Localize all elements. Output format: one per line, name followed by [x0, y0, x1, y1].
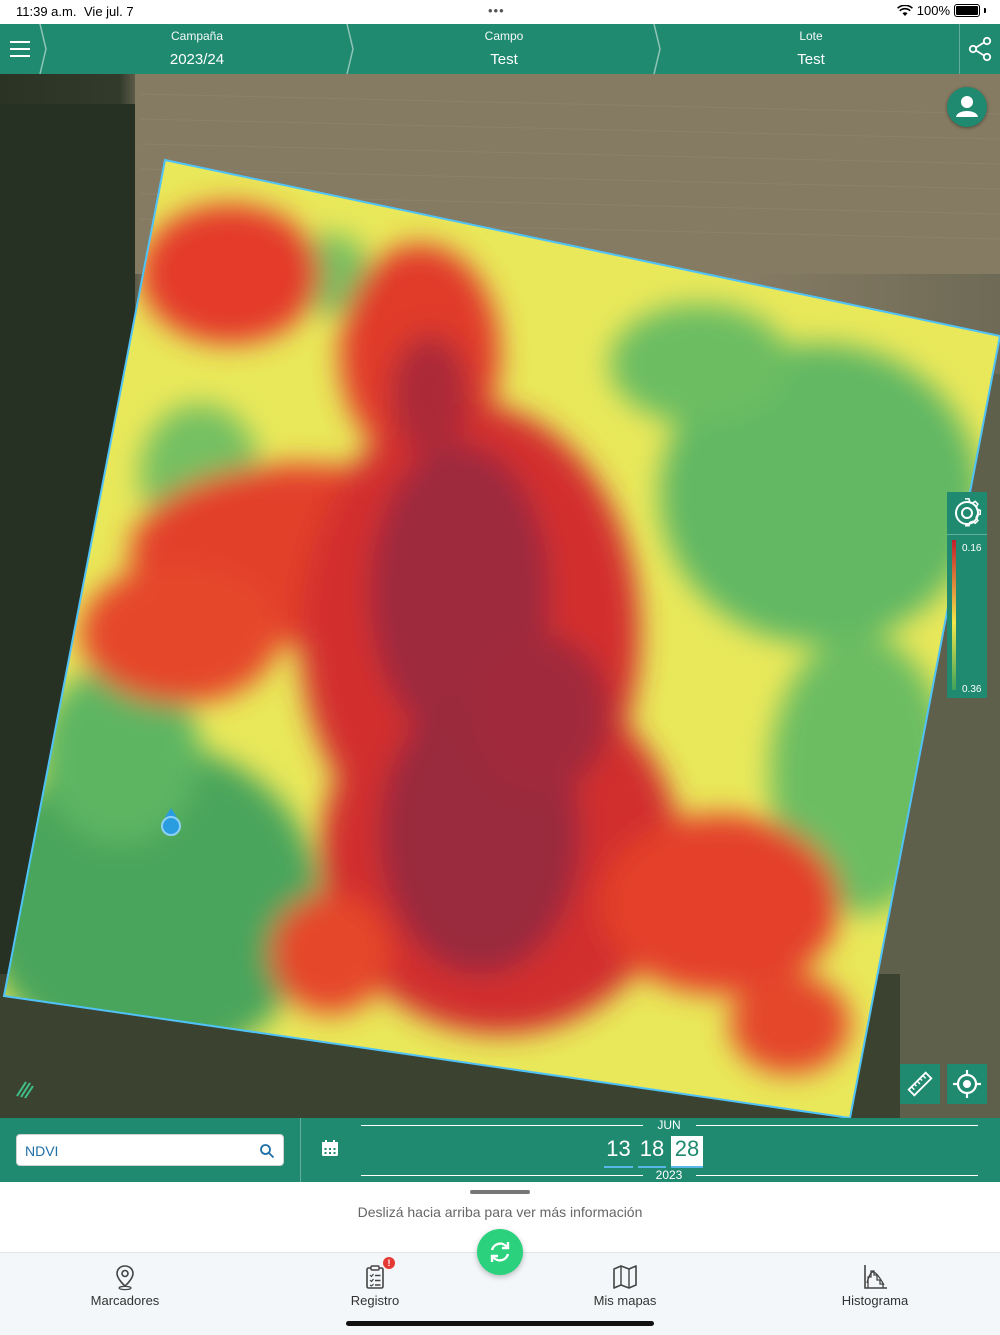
crumb-lot[interactable]: Lote Test — [662, 24, 960, 74]
status-time: 11:39 a.m. — [16, 4, 77, 19]
sheet-hint-text: Deslizá hacia arriba para ver más inform… — [357, 1204, 643, 1220]
map-attribution-logo-icon — [16, 1081, 34, 1099]
histogram-icon — [864, 1265, 887, 1289]
measure-button[interactable] — [900, 1064, 940, 1104]
layer-search-box[interactable] — [16, 1134, 284, 1166]
crumb-farm-value: Test — [490, 51, 518, 68]
legend-bottom-value: 0.36 — [962, 684, 982, 695]
sync-icon — [490, 1242, 510, 1262]
layer-search-input[interactable] — [23, 1139, 247, 1163]
share-icon — [968, 36, 992, 62]
map-view[interactable]: 0.16 0.36 — [0, 74, 1000, 1118]
status-right: 100% — [896, 3, 986, 18]
chevron-right-icon — [39, 24, 47, 74]
crumb-lot-value: Test — [797, 51, 825, 68]
crumb-campaign-value: 2023/24 — [169, 51, 225, 68]
date-year: 2023 — [655, 1168, 683, 1182]
calendar-icon[interactable] — [320, 1138, 340, 1158]
legend-settings-button[interactable] — [947, 492, 987, 535]
tab-log[interactable]: ! Registro — [295, 1257, 455, 1308]
ruler-icon — [907, 1071, 933, 1097]
bar-divider — [300, 1118, 301, 1182]
tab-my-maps[interactable]: Mis mapas — [545, 1263, 705, 1308]
crumb-farm-label: Campo — [484, 29, 524, 43]
legend-top-value: 0.16 — [962, 543, 982, 554]
crumb-farm[interactable]: Campo Test — [355, 24, 653, 74]
log-alert-badge: ! — [383, 1257, 395, 1269]
wifi-icon — [896, 4, 913, 16]
tab-markers-label: Marcadores — [90, 1293, 160, 1308]
battery-percent: 100% — [916, 3, 950, 18]
status-bar: 11:39 a.m. Vie jul. 7 ••• 100% — [0, 0, 1000, 24]
crumb-lot-label: Lote — [799, 29, 823, 43]
map-pin-icon — [116, 1265, 134, 1291]
legend-color-ramp — [952, 540, 956, 690]
date-day-selected[interactable]: 28 — [671, 1136, 703, 1168]
home-indicator[interactable] — [346, 1321, 654, 1326]
sheet-drag-handle[interactable] — [470, 1190, 530, 1194]
chevron-right-icon — [346, 24, 354, 74]
crosshair-icon — [953, 1070, 981, 1098]
sync-button[interactable] — [477, 1229, 523, 1275]
search-icon[interactable] — [259, 1143, 275, 1159]
hamburger-menu-icon[interactable] — [0, 24, 40, 74]
share-button[interactable] — [959, 24, 1000, 74]
tab-histogram-label: Histograma — [841, 1293, 909, 1308]
tab-markers[interactable]: Marcadores — [45, 1263, 205, 1308]
tab-histogram[interactable]: Histograma — [795, 1263, 955, 1308]
status-date: Vie jul. 7 — [84, 4, 134, 19]
crumb-campaign-label: Campaña — [170, 29, 224, 43]
gear-icon — [955, 498, 982, 527]
tab-log-label: Registro — [350, 1293, 400, 1308]
chevron-right-icon — [653, 24, 661, 74]
date-day-option[interactable]: 13 — [604, 1136, 633, 1168]
ndvi-field-overlay[interactable] — [0, 74, 1000, 1118]
crumb-campaign[interactable]: Campaña 2023/24 — [48, 24, 346, 74]
ndvi-legend: 0.16 0.36 — [947, 492, 987, 698]
multitasking-dots-icon[interactable]: ••• — [488, 3, 505, 18]
date-month: JUN — [657, 1118, 681, 1132]
date-rule-bottom-left — [361, 1175, 643, 1176]
top-header: Campaña 2023/24 Campo Test Lote Test — [0, 24, 1000, 74]
date-day-option[interactable]: 18 — [638, 1136, 666, 1168]
date-rule-top-right — [696, 1125, 978, 1126]
date-rule-top-left — [361, 1125, 643, 1126]
tab-my-maps-label: Mis mapas — [593, 1293, 657, 1308]
battery-icon — [954, 4, 980, 17]
date-rule-bottom-right — [696, 1175, 978, 1176]
profile-button[interactable] — [947, 87, 987, 127]
folded-map-icon — [613, 1265, 637, 1289]
locate-me-button[interactable] — [947, 1064, 987, 1104]
user-icon — [956, 96, 978, 117]
layer-date-bar: JUN 13 18 28 2023 — [0, 1118, 1000, 1182]
battery-tip — [984, 8, 986, 13]
